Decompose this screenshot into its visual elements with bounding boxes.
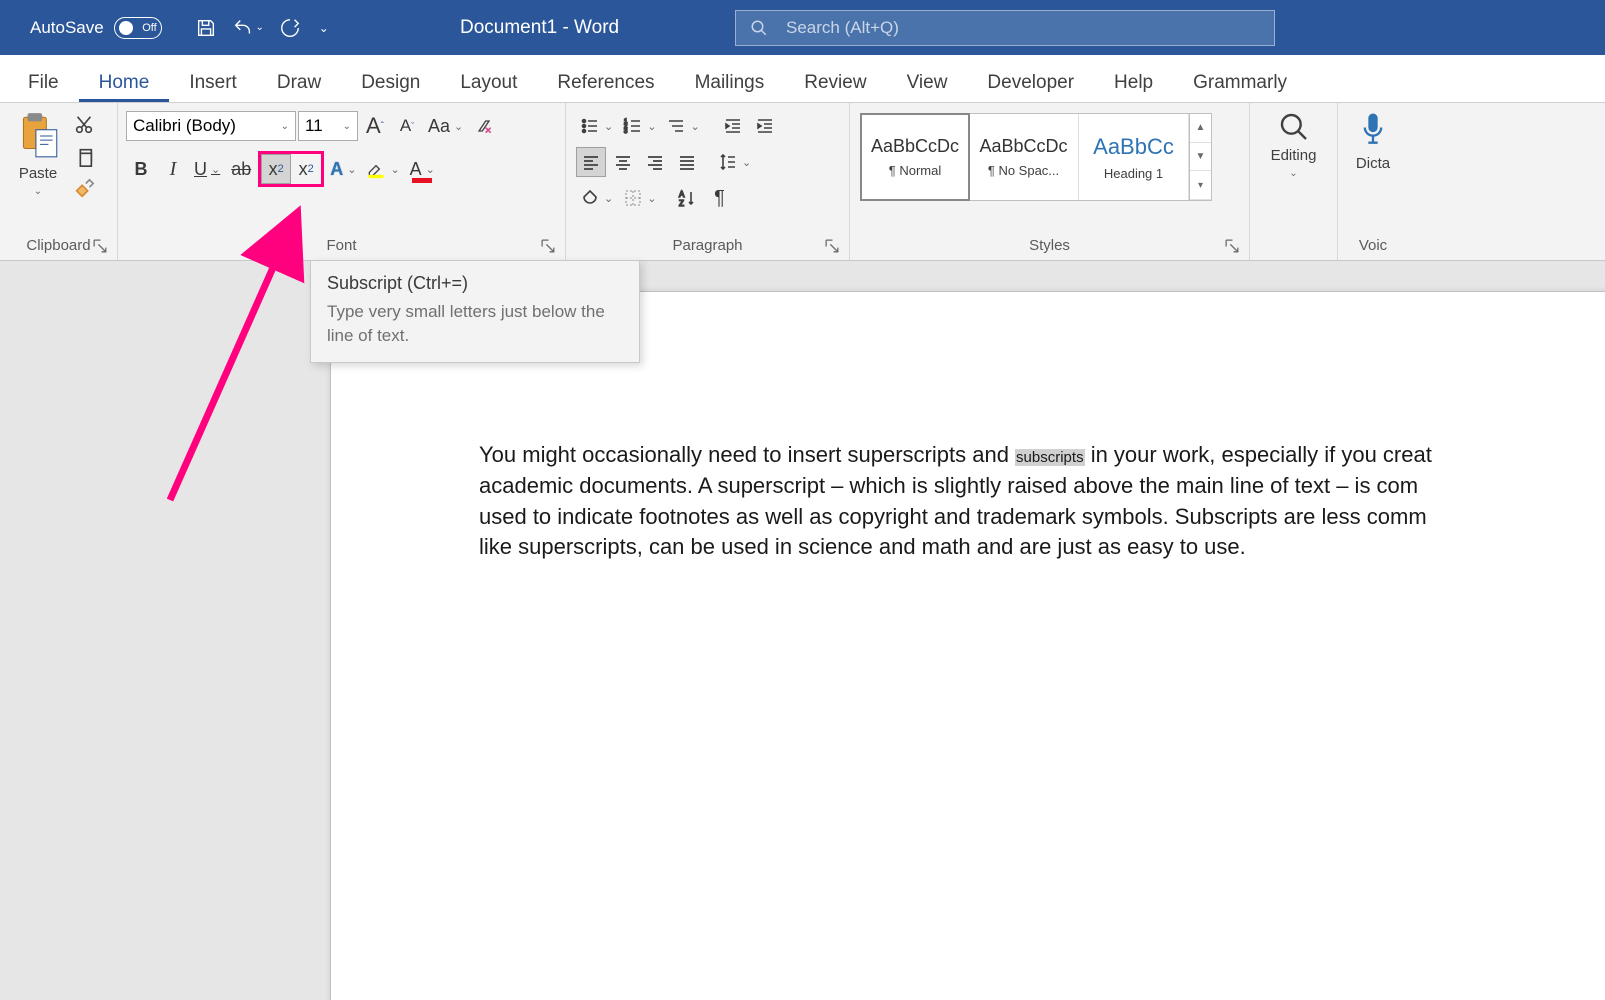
font-dialog-launcher[interactable] [540, 238, 557, 255]
document-area: You might occasionally need to insert su… [0, 261, 1605, 1000]
style-normal[interactable]: AaBbCcDc ¶ Normal [860, 113, 970, 201]
selected-text[interactable]: subscripts [1015, 449, 1085, 466]
autosave-label: AutoSave [30, 18, 104, 38]
find-icon [1278, 111, 1310, 143]
quick-access-toolbar: ⌄ ⌄ [180, 10, 334, 46]
group-styles: AaBbCcDc ¶ Normal AaBbCcDc ¶ No Spac... … [850, 103, 1250, 260]
grow-font-button[interactable]: Aˆ [360, 111, 390, 141]
customize-qat-icon[interactable]: ⌄ [314, 10, 334, 46]
styles-gallery: AaBbCcDc ¶ Normal AaBbCcDc ¶ No Spac... … [860, 113, 1212, 201]
group-editing: Editing ⌄ [1250, 103, 1338, 260]
search-input[interactable]: Search (Alt+Q) [735, 10, 1275, 46]
tab-view[interactable]: View [887, 62, 968, 102]
svg-text:Z: Z [679, 199, 684, 208]
subscript-tooltip: Subscript (Ctrl+=) Type very small lette… [310, 260, 640, 363]
redo-icon[interactable] [272, 10, 308, 46]
clipboard-icon [16, 111, 60, 161]
italic-button[interactable]: I [158, 154, 188, 184]
format-painter-icon[interactable] [70, 175, 98, 203]
superscript-button[interactable]: x2 [291, 154, 321, 184]
justify-button[interactable] [672, 147, 702, 177]
sort-button[interactable]: AZ [672, 183, 702, 213]
group-voice: Dicta Voic [1338, 103, 1408, 260]
clear-formatting-button[interactable] [469, 111, 499, 141]
cut-icon[interactable] [70, 111, 98, 139]
numbering-button[interactable]: 123 [619, 111, 660, 141]
search-icon [750, 19, 768, 37]
font-name-combo[interactable]: Calibri (Body)⌄ [126, 111, 296, 141]
show-hide-marks-button[interactable]: ¶ [704, 183, 734, 213]
clipboard-dialog-launcher[interactable] [92, 238, 109, 255]
increase-indent-button[interactable] [750, 111, 780, 141]
group-font: Calibri (Body)⌄ 11⌄ Aˆ Aˇ Aa B I U ab x2… [118, 103, 566, 260]
subscript-button[interactable]: x2 [261, 154, 291, 184]
undo-icon[interactable]: ⌄ [230, 10, 266, 46]
gallery-down-icon[interactable]: ▼ [1190, 143, 1211, 172]
shrink-font-button[interactable]: Aˇ [392, 111, 422, 141]
document-body[interactable]: You might occasionally need to insert su… [479, 440, 1479, 563]
text-effects-button[interactable]: A [326, 154, 360, 184]
tab-home[interactable]: Home [79, 62, 170, 102]
font-size-combo[interactable]: 11⌄ [298, 111, 358, 141]
tooltip-title: Subscript (Ctrl+=) [327, 273, 623, 294]
multilevel-list-button[interactable] [662, 111, 703, 141]
tab-grammarly[interactable]: Grammarly [1173, 62, 1307, 102]
tab-draw[interactable]: Draw [257, 62, 341, 102]
tooltip-body: Type very small letters just below the l… [327, 300, 623, 348]
ribbon: Paste ⌄ Clipboard Calibri (Body)⌄ 11⌄ Aˆ… [0, 103, 1605, 261]
title-bar: AutoSave Off ⌄ ⌄ Document1 - Word Search… [0, 0, 1605, 55]
svg-text:A: A [679, 190, 685, 199]
tab-layout[interactable]: Layout [440, 62, 537, 102]
dictate-button[interactable]: Dicta [1346, 107, 1400, 176]
tab-design[interactable]: Design [341, 62, 440, 102]
paragraph-dialog-launcher[interactable] [824, 238, 841, 255]
paste-button[interactable]: Paste ⌄ [6, 107, 70, 201]
search-placeholder: Search (Alt+Q) [786, 18, 899, 38]
styles-dialog-launcher[interactable] [1224, 238, 1241, 255]
style-heading-1[interactable]: AaBbCc Heading 1 [1079, 114, 1189, 200]
group-paragraph: 123 AZ [566, 103, 850, 260]
bold-button[interactable]: B [126, 154, 156, 184]
decrease-indent-button[interactable] [718, 111, 748, 141]
highlight-color-button[interactable] [362, 154, 403, 184]
tab-review[interactable]: Review [784, 62, 886, 102]
underline-button[interactable]: U [190, 154, 224, 184]
tab-file[interactable]: File [8, 62, 79, 102]
align-right-button[interactable] [640, 147, 670, 177]
align-left-button[interactable] [576, 147, 606, 177]
strikethrough-button[interactable]: ab [226, 154, 256, 184]
tab-references[interactable]: References [537, 62, 674, 102]
borders-button[interactable] [619, 183, 660, 213]
align-center-button[interactable] [608, 147, 638, 177]
style-no-spacing[interactable]: AaBbCcDc ¶ No Spac... [969, 114, 1079, 200]
subscript-superscript-highlight: x2 x2 [258, 151, 324, 187]
editing-button[interactable]: Editing ⌄ [1261, 107, 1327, 183]
tab-mailings[interactable]: Mailings [675, 62, 785, 102]
bullets-button[interactable] [576, 111, 617, 141]
tab-insert[interactable]: Insert [169, 62, 257, 102]
document-title: Document1 - Word [460, 17, 619, 39]
group-clipboard: Paste ⌄ Clipboard [0, 103, 118, 260]
ribbon-tabs: File Home Insert Draw Design Layout Refe… [0, 55, 1605, 103]
gallery-up-icon[interactable]: ▲ [1190, 114, 1211, 143]
microphone-icon [1359, 111, 1387, 151]
tab-help[interactable]: Help [1094, 62, 1173, 102]
change-case-button[interactable]: Aa [424, 111, 467, 141]
document-page[interactable]: You might occasionally need to insert su… [330, 291, 1605, 1000]
copy-icon[interactable] [70, 143, 98, 171]
save-icon[interactable] [188, 10, 224, 46]
styles-gallery-scroll: ▲ ▼ ▾ [1189, 114, 1211, 200]
line-spacing-button[interactable] [714, 147, 755, 177]
gallery-more-icon[interactable]: ▾ [1190, 171, 1211, 200]
tab-developer[interactable]: Developer [967, 62, 1094, 102]
toggle-switch[interactable]: Off [114, 17, 162, 39]
shading-button[interactable] [576, 183, 617, 213]
svg-text:3: 3 [624, 129, 628, 135]
autosave-toggle[interactable]: AutoSave Off [0, 17, 180, 39]
font-color-button[interactable]: A [406, 154, 439, 184]
